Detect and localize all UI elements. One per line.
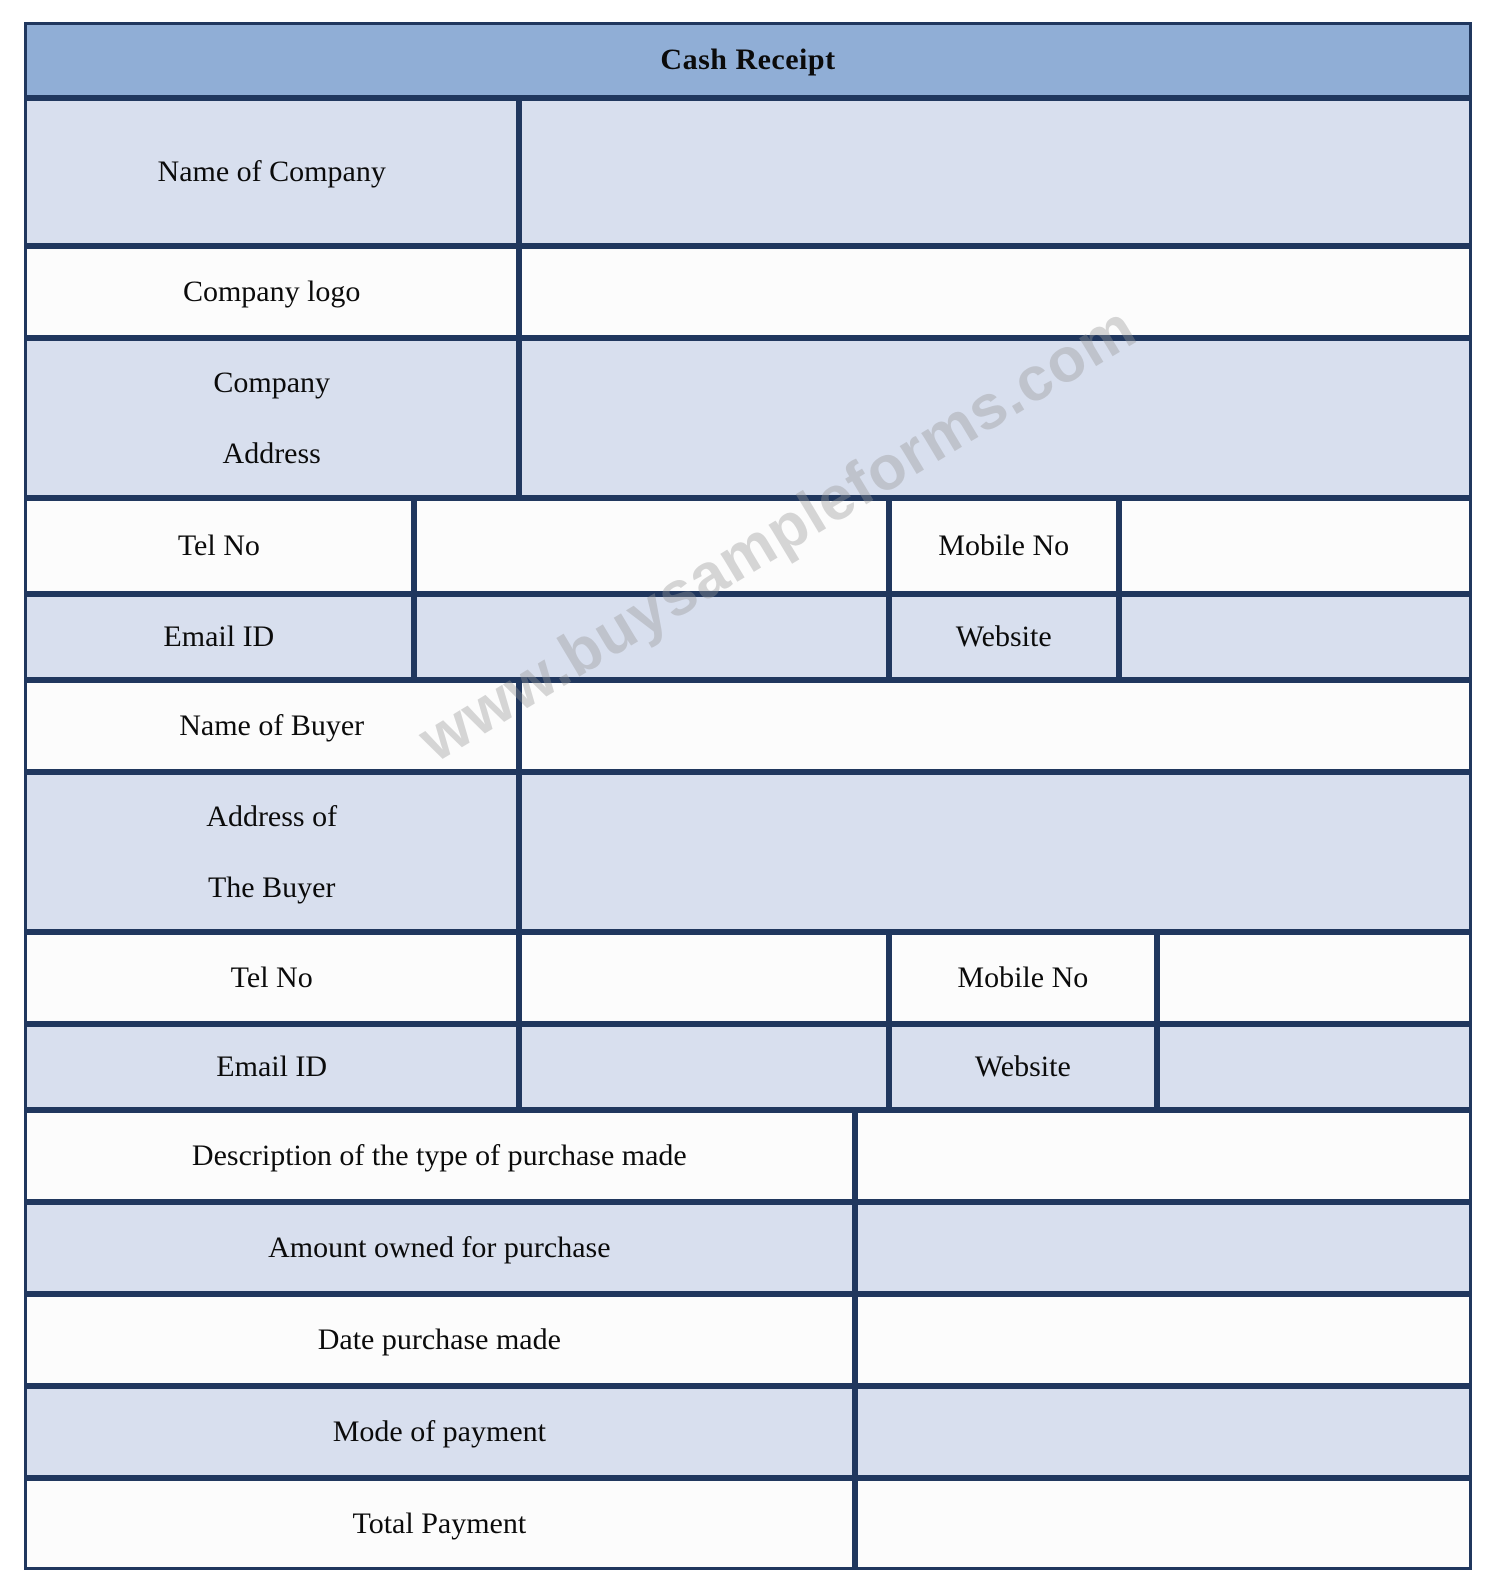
cash-receipt-form: Cash Receipt Name of Company Company log… [24, 22, 1472, 1570]
row-buyer-email-website: Email ID Website [24, 1024, 1472, 1110]
label-name-of-company: Name of Company [24, 98, 520, 246]
label-company-logo: Company logo [24, 246, 520, 338]
title-row: Cash Receipt [24, 22, 1472, 98]
label-description: Description of the type of purchase made [24, 1110, 855, 1202]
field-company-logo[interactable] [519, 246, 1472, 338]
field-company-address[interactable] [519, 338, 1472, 498]
label-buyer-website: Website [888, 1024, 1157, 1110]
field-date-purchase[interactable] [854, 1294, 1472, 1386]
label-buyer-address-line2: The Buyer [207, 871, 336, 904]
label-total-payment: Total Payment [24, 1478, 855, 1570]
field-company-tel-no[interactable] [413, 498, 889, 594]
label-company-email-id: Email ID [24, 594, 414, 680]
field-buyer-tel-no[interactable] [519, 932, 889, 1024]
field-company-email-id[interactable] [413, 594, 889, 680]
receipt-page: www.buysampleforms.com Cash Receipt Name… [0, 0, 1500, 1570]
field-buyer-email-id[interactable] [519, 1024, 889, 1110]
row-buyer-address: Address of The Buyer [24, 772, 1472, 932]
row-name-of-company: Name of Company [24, 98, 1472, 246]
row-company-address: Company Address [24, 338, 1472, 498]
field-amount-owned[interactable] [854, 1202, 1472, 1294]
label-company-address-line2: Address [222, 437, 321, 470]
row-buyer-tel-mobile: Tel No Mobile No [24, 932, 1472, 1024]
field-buyer-website[interactable] [1156, 1024, 1472, 1110]
field-name-of-company[interactable] [519, 98, 1472, 246]
row-amount: Amount owned for purchase [24, 1202, 1472, 1294]
field-mode-of-payment[interactable] [854, 1386, 1472, 1478]
row-date: Date purchase made [24, 1294, 1472, 1386]
field-buyer-address[interactable] [519, 772, 1472, 932]
field-name-of-buyer[interactable] [519, 680, 1472, 772]
row-company-logo: Company logo [24, 246, 1472, 338]
label-company-address-line1: Company [213, 365, 331, 399]
field-buyer-mobile-no[interactable] [1156, 932, 1472, 1024]
label-company-tel-no: Tel No [24, 498, 414, 594]
row-description: Description of the type of purchase made [24, 1110, 1472, 1202]
row-company-email-website: Email ID Website [24, 594, 1472, 680]
label-company-mobile-no: Mobile No [888, 498, 1119, 594]
label-amount-owned: Amount owned for purchase [24, 1202, 855, 1294]
label-buyer-address: Address of The Buyer [24, 772, 520, 932]
row-name-of-buyer: Name of Buyer [24, 680, 1472, 772]
label-name-of-buyer: Name of Buyer [24, 680, 520, 772]
label-buyer-address-line1: Address of [206, 799, 338, 833]
label-mode-of-payment: Mode of payment [24, 1386, 855, 1478]
field-description[interactable] [854, 1110, 1472, 1202]
label-buyer-mobile-no: Mobile No [888, 932, 1157, 1024]
label-buyer-email-id: Email ID [24, 1024, 520, 1110]
label-date-purchase: Date purchase made [24, 1294, 855, 1386]
label-company-website: Website [888, 594, 1119, 680]
field-company-website[interactable] [1118, 594, 1472, 680]
label-buyer-tel-no: Tel No [24, 932, 520, 1024]
label-company-address: Company Address [24, 338, 520, 498]
field-company-mobile-no[interactable] [1118, 498, 1472, 594]
field-total-payment[interactable] [854, 1478, 1472, 1570]
row-company-tel-mobile: Tel No Mobile No [24, 498, 1472, 594]
page-title: Cash Receipt [24, 22, 1472, 98]
row-total-payment: Total Payment [24, 1478, 1472, 1570]
row-mode-of-payment: Mode of payment [24, 1386, 1472, 1478]
